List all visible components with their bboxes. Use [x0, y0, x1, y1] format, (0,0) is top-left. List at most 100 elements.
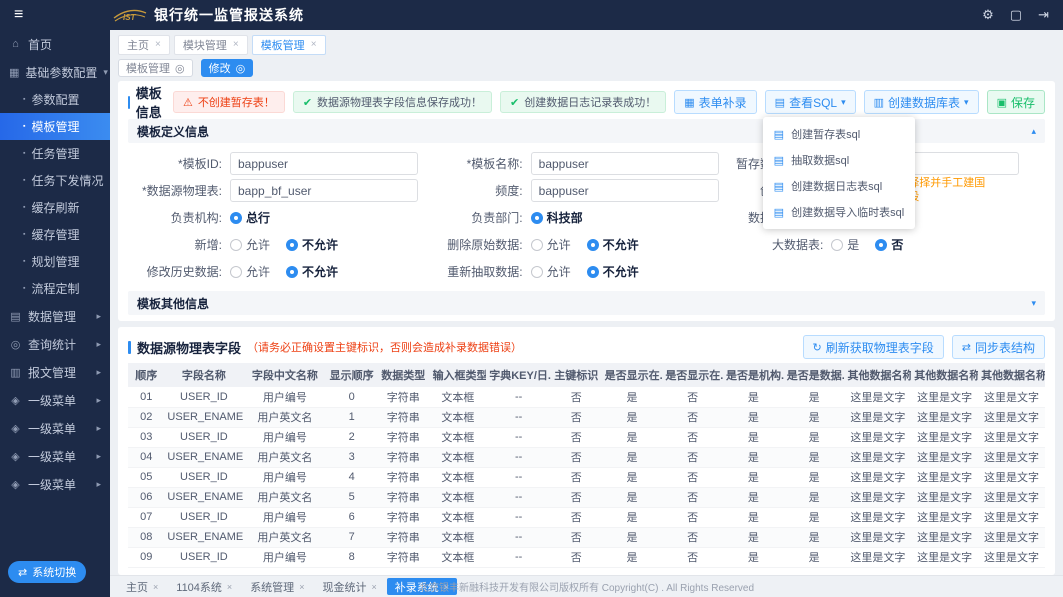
column-header[interactable]: 是否是数据.. [784, 363, 845, 387]
template-name-input[interactable] [531, 152, 719, 175]
sidebar-subitem-2[interactable]: ▪任务管理 [0, 140, 110, 167]
column-header[interactable]: 其他数据名称 [978, 363, 1045, 387]
bottom-tab-0[interactable]: 主页× [118, 578, 166, 595]
sql-dropdown-item-0[interactable]: ▤创建暂存表sql [763, 121, 915, 147]
save-button[interactable]: ▣ 保存 [987, 90, 1045, 114]
table-cell: 否 [551, 467, 602, 487]
radio-option[interactable]: 否 [875, 236, 903, 253]
radio-option[interactable]: 允许 [531, 236, 571, 253]
table-row[interactable]: 05USER_ID用户编号4字符串文本框--否是否是是这里是文字这里是文字这里是… [128, 467, 1045, 487]
table-row[interactable]: 01USER_ID用户编号0字符串文本框--否是否是是这里是文字这里是文字这里是… [128, 387, 1045, 407]
bottom-tab-1[interactable]: 1104系统× [168, 578, 240, 595]
table-cell: 字符串 [377, 387, 430, 407]
radio-option[interactable]: 不允许 [286, 236, 338, 253]
sidebar-item-basic-config[interactable]: ▦ 基础参数配置 ▾ [0, 58, 110, 86]
sql-dropdown-item-1[interactable]: ▤抽取数据sql [763, 147, 915, 173]
view-sql-button[interactable]: ▤ 查看SQL ▾ [765, 90, 856, 114]
top-tab-1[interactable]: 模块管理× [174, 35, 248, 55]
column-header[interactable]: 主键标识 [551, 363, 602, 387]
column-header[interactable]: 是否显示在.. [602, 363, 663, 387]
physical-table-input[interactable] [230, 179, 418, 202]
template-id-input[interactable] [230, 152, 418, 175]
frequency-input[interactable] [531, 179, 719, 202]
radio-option[interactable]: 不允许 [587, 236, 639, 253]
subitem-icon: ▪ [23, 258, 25, 265]
table-row[interactable]: 09USER_ID用户编号8字符串文本框--否是否是是这里是文字这里是文字这里是… [128, 547, 1045, 567]
form-backfill-button[interactable]: ▦ 表单补录 [674, 90, 756, 114]
sql-dropdown-item-3[interactable]: ▤创建数据导入临时表sql [763, 199, 915, 225]
sidebar-subitem-1[interactable]: ▪模板管理 [0, 113, 110, 140]
bottom-tab-2[interactable]: 系统管理× [242, 578, 312, 595]
radio-option[interactable]: 总行 [230, 209, 270, 226]
collapse-icon[interactable]: ▾ [1031, 298, 1036, 309]
radio-option[interactable]: 允许 [230, 263, 270, 280]
refresh-fields-button[interactable]: ↻ 刷新获取物理表字段 [803, 335, 944, 359]
table-cell: 这里是文字 [844, 407, 911, 427]
table-row[interactable]: 02USER_ENAME用户英文名1字符串文本框--否是否是是这里是文字这里是文… [128, 407, 1045, 427]
column-header[interactable]: 字段中文名称 [243, 363, 326, 387]
radio-option[interactable]: 科技部 [531, 209, 583, 226]
table-row[interactable]: 06USER_ENAME用户英文名5字符串文本框--否是否是是这里是文字这里是文… [128, 487, 1045, 507]
radio-option[interactable]: 允许 [230, 236, 270, 253]
column-header[interactable]: 数据类型 [377, 363, 430, 387]
column-header[interactable]: 其他数据名称 [911, 363, 978, 387]
sidebar-subitem-0[interactable]: ▪参数配置 [0, 86, 110, 113]
column-header[interactable]: 字典KEY/日.. [486, 363, 551, 387]
tab-close-icon[interactable]: × [311, 39, 317, 50]
sidebar-item-menu-2[interactable]: ◈ 一级菜单 ▸ [0, 414, 110, 442]
sync-structure-button[interactable]: ⇄ 同步表结构 [952, 335, 1045, 359]
column-header[interactable]: 顺序 [128, 363, 164, 387]
column-header[interactable]: 是否显示在.. [662, 363, 723, 387]
tab-close-icon[interactable]: × [227, 582, 232, 592]
radio-option[interactable]: 允许 [531, 263, 571, 280]
column-header[interactable]: 是否是机构.. [723, 363, 784, 387]
top-tab-2[interactable]: 模板管理× [252, 35, 326, 55]
sidebar-item-query-stats[interactable]: ◎ 查询统计 ▸ [0, 330, 110, 358]
top-tab-0[interactable]: 主页× [118, 35, 170, 55]
table-row[interactable]: 08USER_ENAME用户英文名7字符串文本框--否是否是是这里是文字这里是文… [128, 527, 1045, 547]
sidebar-item-menu-3[interactable]: ◈ 一级菜单 ▸ [0, 442, 110, 470]
sidebar-item-data-management[interactable]: ▤ 数据管理 ▸ [0, 302, 110, 330]
table-row[interactable]: 07USER_ID用户编号6字符串文本框--否是否是是这里是文字这里是文字这里是… [128, 507, 1045, 527]
table-row[interactable]: 04USER_ENAME用户英文名3字符串文本框--否是否是是这里是文字这里是文… [128, 447, 1045, 467]
bottom-tab-3[interactable]: 现金统计× [314, 578, 384, 595]
table-row[interactable]: 03USER_ID用户编号2字符串文本框--否是否是是这里是文字这里是文字这里是… [128, 427, 1045, 447]
fullscreen-icon[interactable]: ▢ [1010, 7, 1022, 23]
chip-template-management[interactable]: 模板管理 ◎ [118, 59, 193, 77]
menu-toggle-icon[interactable]: ≡ [0, 6, 110, 24]
sidebar-item-home[interactable]: ⌂ 首页 [0, 30, 110, 58]
logout-icon[interactable]: ⇥ [1038, 7, 1049, 23]
radio-option[interactable]: 不允许 [587, 263, 639, 280]
sidebar-subitem-3[interactable]: ▪任务下发情况 [0, 167, 110, 194]
system-switch-button[interactable]: ⇄ 系统切换 [8, 561, 86, 583]
radio-label: 允许 [246, 263, 270, 280]
settings-gear-icon[interactable]: ⚙ [982, 7, 994, 23]
sidebar-subitem-6[interactable]: ▪规划管理 [0, 248, 110, 275]
sidebar-item-menu-4[interactable]: ◈ 一级菜单 ▸ [0, 470, 110, 498]
sidebar-subitem-5[interactable]: ▪缓存管理 [0, 221, 110, 248]
radio-dot-icon [587, 266, 599, 278]
tab-close-icon[interactable]: × [155, 39, 161, 50]
column-header[interactable]: 字段名称 [164, 363, 243, 387]
column-header[interactable]: 输入框类型 [430, 363, 487, 387]
chevron-down-icon: ▾ [103, 67, 108, 78]
sidebar-subitem-7[interactable]: ▪流程定制 [0, 275, 110, 302]
tab-close-icon[interactable]: × [371, 582, 376, 592]
chip-modify[interactable]: 修改 ◎ [201, 59, 254, 77]
tab-close-icon[interactable]: × [153, 582, 158, 592]
radio-label: 否 [891, 236, 903, 253]
column-header[interactable]: 其他数据名称 [844, 363, 911, 387]
create-db-table-button[interactable]: ▥ 创建数据库表 ▾ [864, 90, 979, 114]
sidebar-item-message-management[interactable]: ▥ 报文管理 ▸ [0, 358, 110, 386]
table-cell: 否 [662, 507, 723, 527]
sidebar-item-menu-1[interactable]: ◈ 一级菜单 ▸ [0, 386, 110, 414]
radio-option[interactable]: 不允许 [286, 263, 338, 280]
table-cell: 是 [602, 487, 663, 507]
tab-close-icon[interactable]: × [299, 582, 304, 592]
collapse-icon[interactable]: ▴ [1031, 126, 1036, 137]
tab-close-icon[interactable]: × [233, 39, 239, 50]
radio-option[interactable]: 是 [831, 236, 859, 253]
sql-dropdown-item-2[interactable]: ▤创建数据日志表sql [763, 173, 915, 199]
sidebar-subitem-4[interactable]: ▪缓存刷新 [0, 194, 110, 221]
column-header[interactable]: 显示顺序 [326, 363, 377, 387]
